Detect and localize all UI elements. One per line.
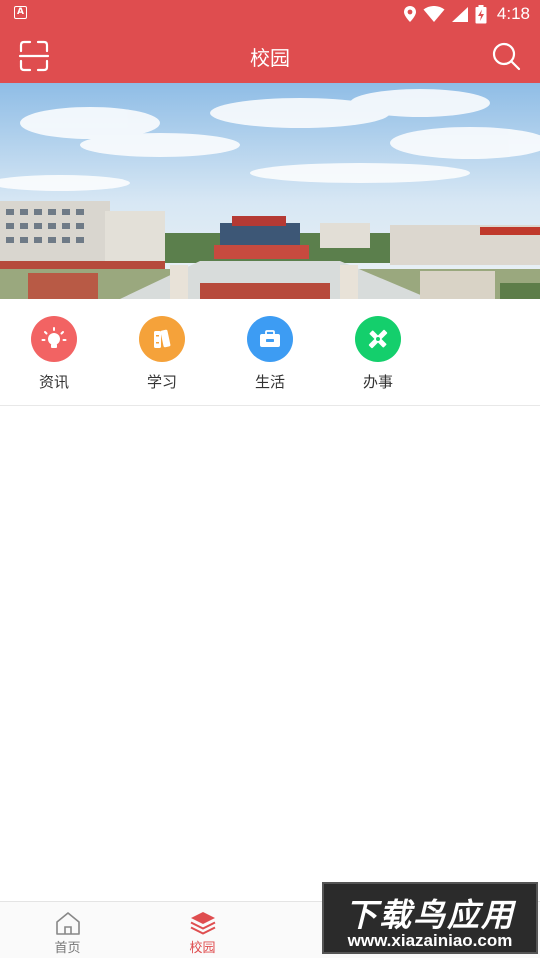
search-button[interactable] bbox=[486, 36, 526, 76]
battery-charging-icon bbox=[475, 4, 487, 23]
quick-item-affairs[interactable]: 办事 bbox=[324, 316, 432, 392]
quick-item-label: 生活 bbox=[254, 373, 285, 391]
campus-panorama-photo bbox=[0, 83, 540, 299]
watermark-title: 下载鸟应用 bbox=[344, 896, 515, 934]
life-circle bbox=[247, 316, 293, 362]
books-icon bbox=[154, 329, 171, 348]
tab-home[interactable]: 首页 bbox=[0, 902, 135, 958]
study-circle bbox=[139, 316, 185, 362]
location-icon bbox=[403, 6, 416, 22]
quick-item-life[interactable]: 生活 bbox=[216, 316, 324, 392]
quick-item-label: 学习 bbox=[146, 373, 177, 391]
app-bar: 校园 bbox=[0, 28, 540, 83]
status-bar: A 4:18 bbox=[0, 0, 540, 28]
content-area bbox=[0, 407, 540, 901]
quick-item-news[interactable]: 资讯 bbox=[0, 316, 108, 392]
tab-home-label: 首页 bbox=[54, 941, 81, 956]
quick-menu: 资讯 学习 生活 办事 bbox=[0, 299, 540, 406]
tab-campus-label: 校园 bbox=[189, 941, 216, 956]
pencil-ruler-icon bbox=[368, 329, 388, 349]
layers-icon bbox=[190, 912, 215, 935]
tab-campus[interactable]: 校园 bbox=[135, 902, 270, 958]
briefcase-icon bbox=[260, 330, 280, 347]
campus-banner[interactable] bbox=[0, 83, 540, 299]
page-title: 校园 bbox=[250, 46, 290, 70]
wifi-icon bbox=[423, 5, 445, 22]
affairs-circle bbox=[355, 316, 401, 362]
status-icons: 4:18 bbox=[403, 3, 530, 25]
clock: 4:18 bbox=[496, 4, 530, 23]
app-notification-icon: A bbox=[14, 6, 27, 19]
search-icon bbox=[492, 42, 521, 71]
quick-item-study[interactable]: 学习 bbox=[108, 316, 216, 392]
lightbulb-icon bbox=[41, 327, 67, 348]
news-circle bbox=[31, 316, 77, 362]
watermark: 下载鸟应用 www.xiazainiao.com bbox=[322, 882, 538, 954]
signal-icon bbox=[451, 6, 468, 22]
quick-item-label: 办事 bbox=[362, 373, 393, 391]
home-icon bbox=[55, 912, 80, 935]
quick-item-label: 资讯 bbox=[38, 373, 69, 391]
watermark-url: www.xiazainiao.com bbox=[347, 931, 513, 950]
